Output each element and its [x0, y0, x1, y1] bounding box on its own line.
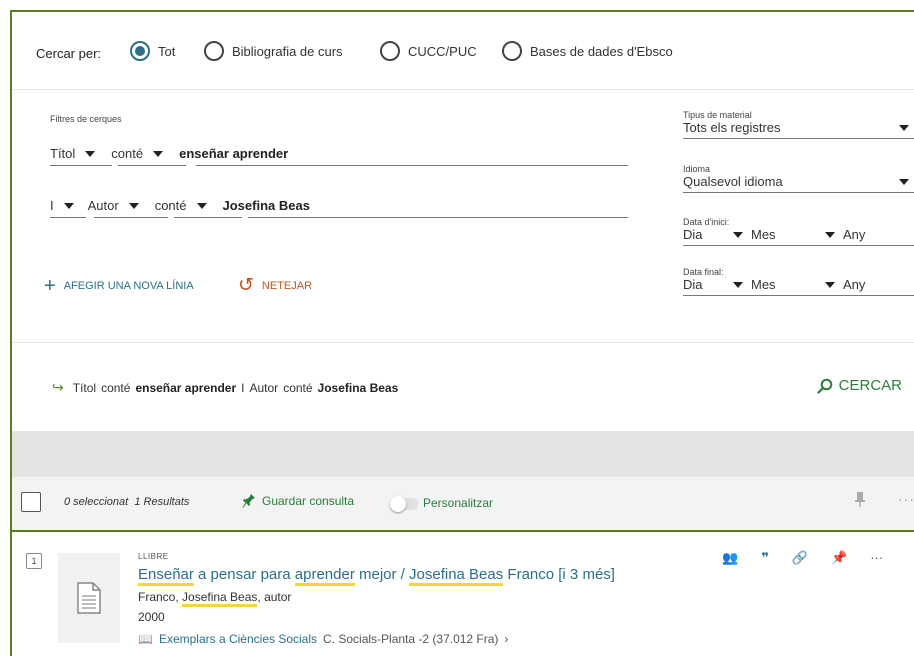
scope-option-course-bibliography[interactable]: Bibliografia de curs	[204, 41, 343, 61]
term-underline	[196, 165, 628, 166]
field-select-2[interactable]: Autor	[88, 198, 139, 213]
end-day-select[interactable]: Dia	[683, 277, 751, 292]
add-line-button[interactable]: + AFEGIR UNA NOVA LÍNIA	[44, 276, 194, 296]
citation-icon[interactable]: ❞	[761, 550, 769, 566]
operator-underline	[118, 165, 186, 166]
results-toolbar: 0 seleccionat 1 Resultats Guardar consul…	[12, 477, 914, 532]
end-year-select[interactable]: Any	[825, 277, 865, 292]
start-year-select[interactable]: Any	[825, 227, 865, 242]
reset-icon: ↺	[238, 275, 254, 296]
personalize-toggle[interactable]	[390, 496, 418, 512]
radio-icon	[502, 41, 522, 61]
link-icon[interactable]: 🔗	[792, 550, 808, 566]
scope-option-ebsco[interactable]: Bases de dades d'Ebsco	[502, 41, 673, 61]
start-day-select[interactable]: Dia	[683, 227, 751, 242]
result-title-link[interactable]: Enseñar a pensar para aprender mejor / J…	[138, 566, 615, 586]
results-info: 0 seleccionat 1 Resultats	[64, 496, 190, 508]
start-month-select[interactable]: Mes	[751, 227, 825, 242]
radio-selected-icon	[130, 41, 150, 61]
operator-select-2[interactable]: conté	[155, 198, 207, 213]
search-line-2: I Autor conté Josefina Beas	[50, 198, 310, 213]
dropdown-arrow-icon	[825, 231, 835, 238]
pin-icon[interactable]	[854, 491, 866, 510]
query-summary-text: ↪ Títol conté enseñar aprender I Autor c…	[52, 379, 399, 395]
boolean-underline	[50, 217, 86, 218]
availability-link[interactable]: 📖 Exemplars a Ciències Socials C. Social…	[138, 632, 508, 646]
result-year: 2000	[138, 610, 165, 624]
people-icon[interactable]: 👥	[722, 550, 738, 566]
dropdown-arrow-icon	[196, 202, 207, 209]
separator-band	[12, 431, 914, 477]
operator-underline	[174, 217, 242, 218]
search-icon	[817, 378, 832, 394]
end-date-select: Data final: Dia Mes Any	[683, 267, 914, 296]
radio-icon	[380, 41, 400, 61]
search-scope-label: Cercar per:	[36, 46, 102, 61]
language-select[interactable]: Idioma Qualsevol idioma	[683, 164, 914, 193]
more-options-icon[interactable]: ···	[898, 491, 914, 507]
field-select-1[interactable]: Títol	[50, 146, 96, 161]
search-line-1: Títol conté enseñar aprender	[50, 146, 288, 161]
dropdown-arrow-icon	[85, 150, 96, 157]
term-underline	[248, 217, 628, 218]
field-underline	[50, 165, 112, 166]
result-item: 1 LLIBRE Enseñar a pensar para aprender …	[12, 532, 914, 656]
dropdown-arrow-icon	[153, 150, 164, 157]
pin-icon[interactable]: 📌	[831, 550, 847, 566]
dropdown-arrow-icon	[899, 124, 909, 131]
result-author: Franco, Josefina Beas, autor	[138, 590, 291, 607]
document-thumbnail[interactable]	[58, 553, 120, 643]
start-date-select: Data d'inici: Dia Mes Any	[683, 217, 914, 246]
boolean-select-2[interactable]: I	[50, 198, 74, 213]
filters-heading: Filtres de cerques	[50, 114, 122, 124]
search-term-input-2[interactable]: Josefina Beas	[223, 198, 310, 213]
result-actions: 👥 ❞ 🔗 📌 ···	[722, 550, 883, 566]
advanced-search-filters: Filtres de cerques Títol conté enseñar a…	[12, 90, 914, 342]
arrow-right-icon: ↪	[52, 379, 64, 395]
document-icon	[77, 582, 101, 614]
operator-select-1[interactable]: conté	[111, 146, 164, 161]
query-summary: ↪ Títol conté enseñar aprender I Autor c…	[12, 342, 914, 430]
reset-button[interactable]: ↺ NETEJAR	[238, 276, 312, 295]
scope-option-cucc-puc[interactable]: CUCC/PUC	[380, 41, 477, 61]
chevron-right-icon: ›	[504, 632, 509, 646]
radio-icon	[204, 41, 224, 61]
search-button[interactable]: CERCAR	[817, 377, 902, 394]
plus-icon: +	[44, 275, 56, 297]
select-all-checkbox[interactable]	[21, 492, 41, 512]
dropdown-arrow-icon	[825, 281, 835, 288]
dropdown-arrow-icon	[63, 202, 74, 209]
save-query-button[interactable]: Guardar consulta	[242, 493, 354, 509]
result-index: 1	[26, 553, 42, 569]
more-options-icon[interactable]: ···	[870, 550, 883, 566]
dropdown-arrow-icon	[128, 202, 139, 209]
book-icon: 📖	[138, 632, 153, 646]
field-underline	[94, 217, 168, 218]
dropdown-arrow-icon	[899, 178, 909, 185]
material-type-select[interactable]: Tipus de material Tots els registres	[683, 110, 914, 139]
scope-option-all[interactable]: Tot	[130, 41, 175, 61]
search-scope-bar: Cercar per: Tot Bibliografia de curs CUC…	[12, 12, 914, 90]
dropdown-arrow-icon	[732, 281, 743, 288]
material-type-badge: LLIBRE	[138, 552, 169, 561]
search-term-input-1[interactable]: enseñar aprender	[179, 146, 288, 161]
pin-icon	[242, 494, 255, 508]
personalize-label[interactable]: Personalitzar	[423, 496, 493, 510]
dropdown-arrow-icon	[732, 231, 743, 238]
end-month-select[interactable]: Mes	[751, 277, 825, 292]
